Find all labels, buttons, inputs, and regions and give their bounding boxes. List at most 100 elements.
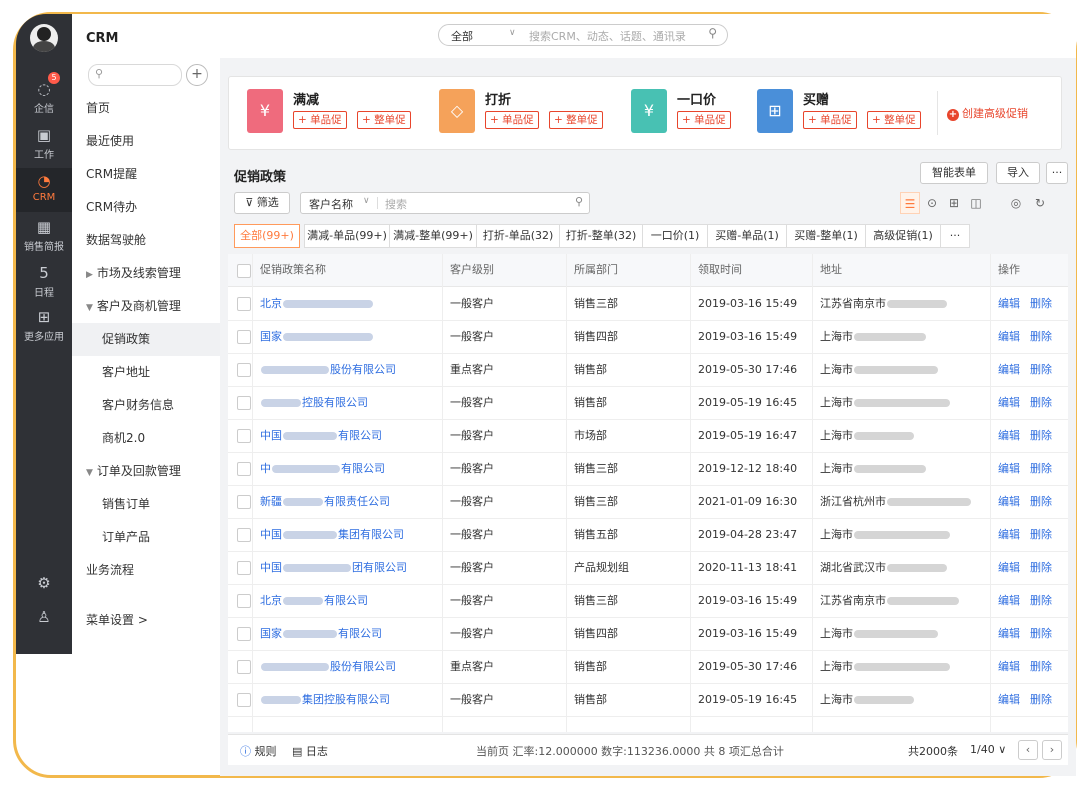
delete-link[interactable]: 删除 bbox=[1030, 660, 1052, 673]
table-row[interactable]: 中国 集团有限公司 一般客户 销售五部 2019-04-28 23:47 上海市 编辑 删除 bbox=[228, 518, 1068, 552]
filter-tab[interactable]: 全部(99+) bbox=[234, 224, 300, 248]
nav-item[interactable]: ▶ 市场及线索管理 bbox=[72, 257, 220, 290]
table-row[interactable]: 北京 一般客户 销售三部 2019-03-16 15:49 江苏省南京市 编辑 删除 bbox=[228, 287, 1068, 321]
promo-name-cell[interactable]: 中 有限公司 bbox=[260, 452, 440, 485]
field-select[interactable]: 客户名称 bbox=[309, 196, 353, 212]
rail-item-2[interactable]: ◔ CRM bbox=[16, 168, 72, 212]
settings-icon[interactable]: ⚙ bbox=[16, 574, 72, 594]
filter-tab[interactable]: 打折-单品(32) bbox=[476, 224, 560, 248]
edit-link[interactable]: 编辑 bbox=[998, 297, 1020, 310]
add-single-item-promo-button[interactable]: + 单品促 bbox=[485, 111, 539, 129]
table-row[interactable]: 股份有限公司 重点客户 销售部 2019-05-30 17:46 上海市 编辑 删除 bbox=[228, 353, 1068, 387]
table-row[interactable]: 中 有限公司 一般客户 销售三部 2019-12-12 18:40 上海市 编辑 删除 bbox=[228, 452, 1068, 486]
nav-item[interactable]: 商机2.0 bbox=[72, 422, 220, 455]
field-search[interactable]: 客户名称 ∨ 搜索 ⚲ bbox=[300, 192, 590, 214]
delete-link[interactable]: 删除 bbox=[1030, 363, 1052, 376]
row-checkbox[interactable] bbox=[237, 594, 251, 608]
refresh-icon[interactable]: ↻ bbox=[1030, 192, 1050, 214]
delete-link[interactable]: 删除 bbox=[1030, 429, 1052, 442]
import-button[interactable]: 导入 bbox=[996, 162, 1040, 184]
table-row[interactable]: 国家 有限公司 一般客户 销售四部 2019-03-16 15:49 上海市 编辑 删除 bbox=[228, 617, 1068, 651]
add-single-item-promo-button[interactable]: + 单品促 bbox=[803, 111, 857, 129]
log-link[interactable]: ▤ 日志 bbox=[292, 743, 328, 759]
edit-link[interactable]: 编辑 bbox=[998, 594, 1020, 607]
delete-link[interactable]: 删除 bbox=[1030, 462, 1052, 475]
row-checkbox[interactable] bbox=[237, 495, 251, 509]
promo-name-cell[interactable]: 控股有限公司 bbox=[260, 386, 440, 419]
table-row[interactable]: 北京 有限公司 一般客户 销售三部 2019-03-16 15:49 江苏省南京市 编辑 删除 bbox=[228, 584, 1068, 618]
delete-link[interactable]: 删除 bbox=[1030, 627, 1052, 640]
table-row[interactable]: 股份有限公司 重点客户 销售部 2019-05-30 17:46 上海市 编辑 删除 bbox=[228, 650, 1068, 684]
filter-button[interactable]: ⊽ 筛选 bbox=[234, 192, 290, 214]
edit-link[interactable]: 编辑 bbox=[998, 363, 1020, 376]
nav-item[interactable]: CRM提醒 bbox=[72, 158, 220, 191]
row-checkbox[interactable] bbox=[237, 561, 251, 575]
table-row[interactable]: 控股有限公司 一般客户 销售部 2019-05-19 16:45 上海市 编辑 删除 bbox=[228, 386, 1068, 420]
row-checkbox[interactable] bbox=[237, 528, 251, 542]
table-row[interactable]: 新疆 有限责任公司 一般客户 销售三部 2021-01-09 16:30 浙江省杭州市 编辑… bbox=[228, 485, 1068, 519]
add-whole-order-promo-button[interactable]: + 整单促 bbox=[549, 111, 603, 129]
column-header[interactable]: 领取时间 bbox=[698, 254, 742, 286]
row-checkbox[interactable] bbox=[237, 462, 251, 476]
filter-tab[interactable]: 一口价(1) bbox=[642, 224, 708, 248]
smart-table-button[interactable]: 智能表单 bbox=[920, 162, 988, 184]
next-page-button[interactable]: › bbox=[1042, 740, 1062, 760]
promo-name-cell[interactable]: 北京 有限公司 bbox=[260, 584, 440, 617]
table-row[interactable]: 集团控股有限公司 一般客户 销售部 2019-05-19 16:45 上海市 编辑 删除 bbox=[228, 683, 1068, 717]
nav-item[interactable]: 最近使用 bbox=[72, 125, 220, 158]
promo-name-cell[interactable]: 股份有限公司 bbox=[260, 650, 440, 683]
row-checkbox[interactable] bbox=[237, 396, 251, 410]
nav-item[interactable]: ▼ 订单及回款管理 bbox=[72, 455, 220, 488]
nav-item[interactable]: ▼ 客户及商机管理 bbox=[72, 290, 220, 323]
filter-tab[interactable]: 买赠-整单(1) bbox=[786, 224, 866, 248]
rail-item-5[interactable]: ⊞ 更多应用 bbox=[16, 304, 72, 348]
nav-item[interactable]: 客户地址 bbox=[72, 356, 220, 389]
nav-item[interactable]: 销售订单 bbox=[72, 488, 220, 521]
field-search-input[interactable]: 搜索 bbox=[385, 196, 407, 212]
filter-tab[interactable]: 满减-整单(99+) bbox=[389, 224, 477, 248]
search-icon[interactable]: ⚲ bbox=[708, 26, 717, 40]
page-select[interactable]: 1/40 ∨ bbox=[970, 743, 1006, 756]
row-checkbox[interactable] bbox=[237, 363, 251, 377]
delete-link[interactable]: 删除 bbox=[1030, 495, 1052, 508]
nav-item[interactable]: 促销政策 bbox=[72, 323, 220, 356]
rules-link[interactable]: ⓘ 规则 bbox=[240, 743, 277, 759]
edit-link[interactable]: 编辑 bbox=[998, 462, 1020, 475]
add-single-item-promo-button[interactable]: + 单品促 bbox=[677, 111, 731, 129]
rail-item-0[interactable]: ◌ 企信 5 bbox=[16, 72, 72, 120]
column-header[interactable]: 所属部门 bbox=[574, 254, 618, 286]
column-header[interactable]: 客户级别 bbox=[450, 254, 494, 286]
filter-tab[interactable]: 满减-单品(99+) bbox=[304, 224, 390, 248]
delete-link[interactable]: 删除 bbox=[1030, 396, 1052, 409]
edit-link[interactable]: 编辑 bbox=[998, 528, 1020, 541]
table-row[interactable]: 国家 一般客户 销售四部 2019-03-16 15:49 上海市 编辑 删除 bbox=[228, 320, 1068, 354]
row-checkbox[interactable] bbox=[237, 429, 251, 443]
add-whole-order-promo-button[interactable]: + 整单促 bbox=[867, 111, 921, 129]
target-icon[interactable]: ◎ bbox=[1006, 192, 1026, 214]
row-checkbox[interactable] bbox=[237, 627, 251, 641]
edit-link[interactable]: 编辑 bbox=[998, 330, 1020, 343]
nav-item[interactable]: 客户财务信息 bbox=[72, 389, 220, 422]
global-search-input[interactable]: 搜索CRM、动态、话题、通讯录 bbox=[529, 28, 686, 44]
global-search[interactable]: 全部 ∨ 搜索CRM、动态、话题、通讯录 ⚲ bbox=[438, 24, 728, 46]
column-header[interactable]: 地址 bbox=[820, 254, 842, 286]
nav-search-input[interactable]: ⚲ bbox=[88, 64, 182, 86]
promo-name-cell[interactable]: 新疆 有限责任公司 bbox=[260, 485, 440, 518]
promo-name-cell[interactable]: 集团控股有限公司 bbox=[260, 683, 440, 716]
edit-link[interactable]: 编辑 bbox=[998, 396, 1020, 409]
promo-name-cell[interactable]: 国家 bbox=[260, 320, 440, 353]
search-icon[interactable]: ⚲ bbox=[575, 195, 583, 208]
filter-tab[interactable]: ··· bbox=[940, 224, 970, 248]
edit-link[interactable]: 编辑 bbox=[998, 627, 1020, 640]
nav-item[interactable]: 首页 bbox=[72, 92, 220, 125]
column-header[interactable]: 促销政策名称 bbox=[260, 254, 326, 286]
menu-settings-link[interactable]: 菜单设置 > bbox=[72, 604, 220, 637]
column-header[interactable]: 操作 bbox=[998, 254, 1020, 286]
rail-item-1[interactable]: ▣ 工作 bbox=[16, 122, 72, 166]
nav-add-button[interactable]: + bbox=[186, 64, 208, 86]
contacts-icon[interactable]: ♙ bbox=[16, 608, 72, 628]
add-single-item-promo-button[interactable]: + 单品促 bbox=[293, 111, 347, 129]
nav-item[interactable]: 订单产品 bbox=[72, 521, 220, 554]
filter-tab[interactable]: 打折-整单(32) bbox=[559, 224, 643, 248]
promo-name-cell[interactable]: 中国 有限公司 bbox=[260, 419, 440, 452]
